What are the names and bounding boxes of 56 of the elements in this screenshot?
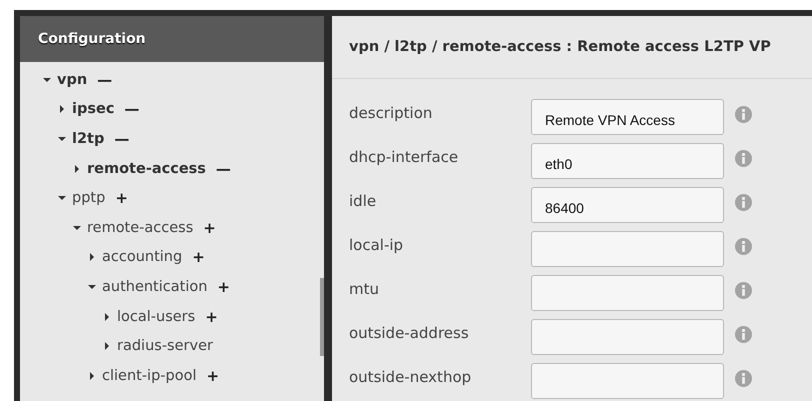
caret-right-icon[interactable] xyxy=(73,164,81,173)
field-label: dhcp-interface xyxy=(349,148,460,168)
tree-action-button[interactable]: + xyxy=(206,366,220,385)
scrollbar-thumb[interactable] xyxy=(320,278,324,356)
tree-item[interactable]: remote-access xyxy=(87,160,206,177)
caret-down-icon[interactable] xyxy=(88,282,96,291)
caret-right-icon[interactable] xyxy=(88,372,96,380)
tree-item[interactable]: l2tp xyxy=(72,130,104,147)
caret-right-icon[interactable] xyxy=(58,105,66,114)
tree-action-button[interactable]: + xyxy=(203,218,216,237)
field-label: outside-address xyxy=(349,324,470,344)
caret-down-icon[interactable] xyxy=(73,224,81,232)
tree-item[interactable]: ipsec xyxy=(72,101,114,118)
tree-item[interactable]: authentication xyxy=(102,278,208,295)
tree-item[interactable]: client-ip-pool xyxy=(102,368,196,384)
field-label: mtu xyxy=(349,280,380,300)
caret-down-icon[interactable] xyxy=(58,134,66,143)
sidebar-title: Configuration xyxy=(20,16,324,62)
tree-item[interactable]: vpn xyxy=(57,72,88,88)
info-icon[interactable] xyxy=(735,194,752,210)
info-icon[interactable] xyxy=(735,106,752,122)
caret-right-icon[interactable] xyxy=(103,312,111,321)
input-field[interactable] xyxy=(531,231,724,267)
info-icon[interactable] xyxy=(735,238,752,254)
caret-down-icon[interactable] xyxy=(43,76,51,84)
tree-action-button[interactable]: — xyxy=(124,100,140,118)
tree-action-button[interactable]: + xyxy=(217,278,230,296)
tree-item[interactable]: local-users xyxy=(117,308,196,325)
field-label: idle xyxy=(349,192,378,212)
input-field[interactable] xyxy=(531,275,724,311)
caret-right-icon[interactable] xyxy=(103,342,111,350)
input-field[interactable] xyxy=(531,363,724,399)
info-icon[interactable] xyxy=(735,326,752,342)
input-field[interactable] xyxy=(531,319,724,355)
caret-right-icon[interactable] xyxy=(88,253,96,262)
input-field[interactable]: eth0 xyxy=(531,143,724,179)
field-label: local-ip xyxy=(349,236,404,256)
info-icon[interactable] xyxy=(735,282,752,298)
tree-item[interactable]: pptp xyxy=(72,190,106,206)
tree-action-button[interactable]: + xyxy=(192,248,205,266)
field-label: outside-nexthop xyxy=(349,368,472,388)
input-field[interactable]: 86400 xyxy=(531,187,724,223)
tree-item[interactable]: accounting xyxy=(102,249,182,266)
tree-action-button[interactable]: — xyxy=(216,160,231,178)
tree-action-button[interactable]: — xyxy=(97,70,112,89)
input-field[interactable]: Remote VPN Access xyxy=(531,99,724,135)
tree-action-button[interactable]: — xyxy=(114,130,130,148)
tree-action-button[interactable]: + xyxy=(115,189,128,208)
tree-action-button[interactable]: + xyxy=(205,308,218,326)
caret-down-icon[interactable] xyxy=(58,194,66,202)
info-icon[interactable] xyxy=(735,150,752,166)
info-icon[interactable] xyxy=(735,370,752,386)
tree-item[interactable]: radius-server xyxy=(117,338,213,354)
tree-item[interactable]: remote-access xyxy=(87,220,194,236)
panel-title: vpn / l2tp / remote-access : Remote access L2TP VP xyxy=(332,16,812,79)
field-label: description xyxy=(349,104,434,124)
